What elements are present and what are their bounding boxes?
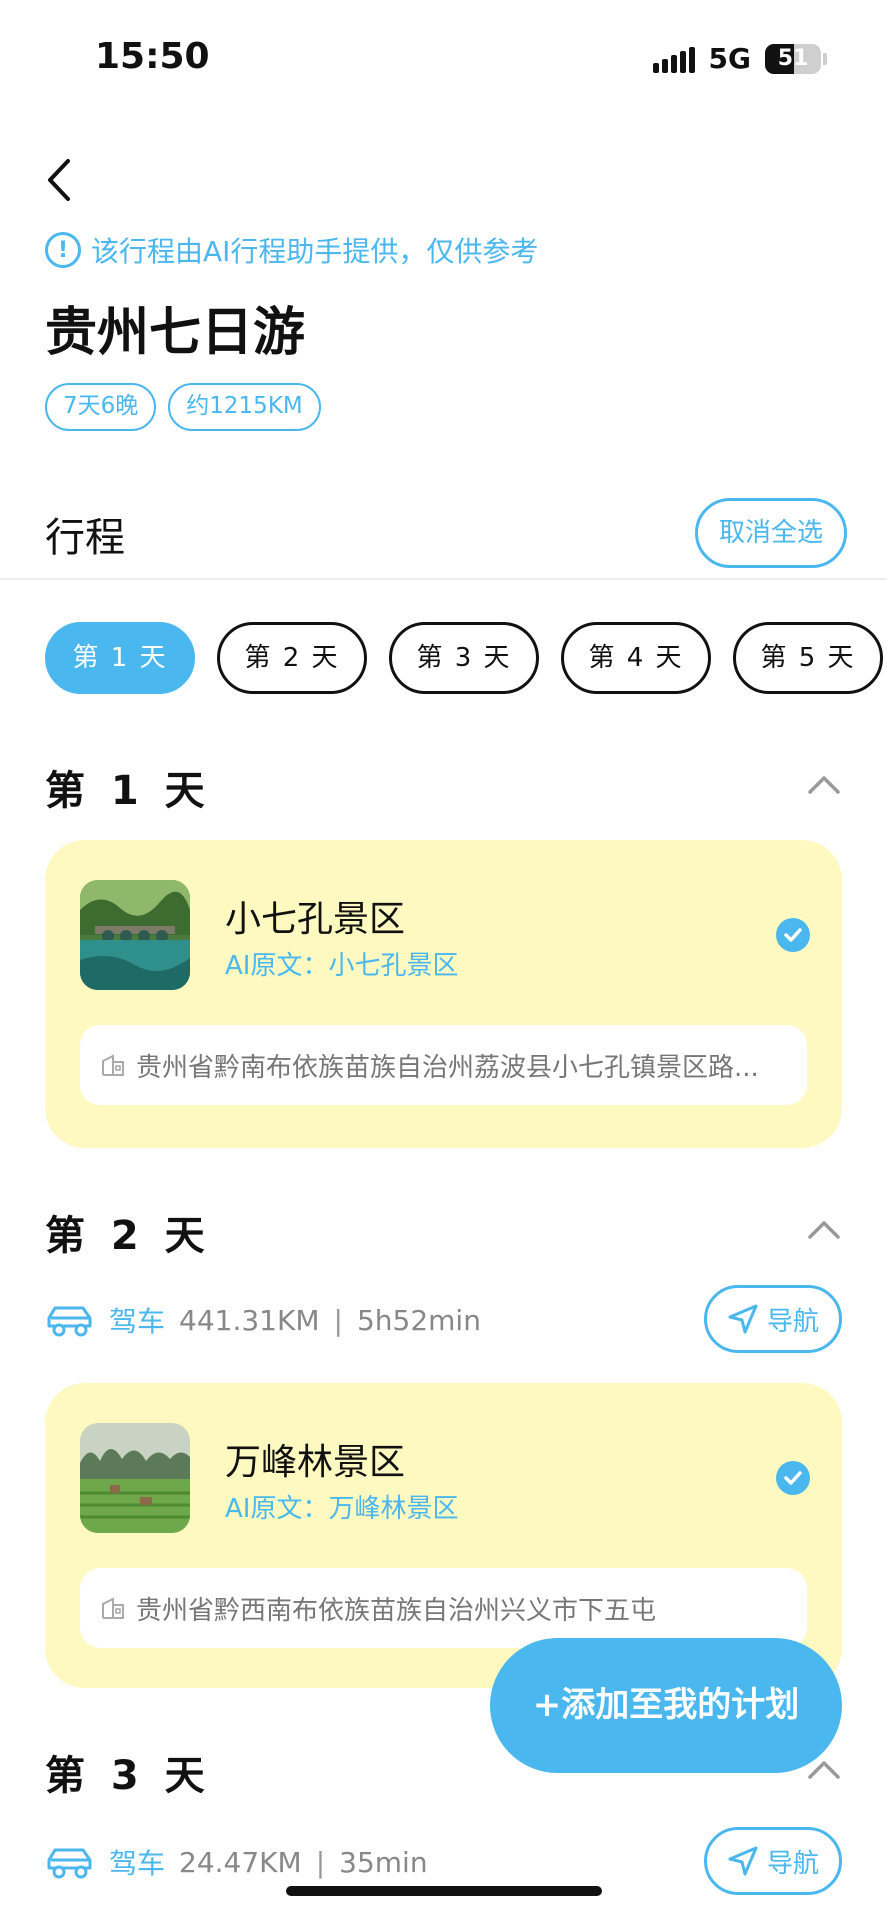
checkbox-checked[interactable] <box>776 1461 810 1495</box>
check-icon <box>784 1471 802 1485</box>
drive-duration: 5h52min <box>356 1303 481 1337</box>
drive-separator: | <box>315 1845 326 1879</box>
day-heading: 第 1 天 <box>45 768 211 814</box>
spot-address: 贵州省黔南布依族苗族自治州荔波县小七孔镇景区路... <box>80 1025 807 1105</box>
spot-ai-origin: AI原文：万峰林景区 <box>225 1494 459 1524</box>
page-title: 贵州七日游 <box>45 303 306 363</box>
status-indicators: 5G 51 <box>652 42 827 75</box>
signal-icon <box>652 45 695 73</box>
drive-duration: 35min <box>339 1845 428 1879</box>
navigation-arrow-icon <box>728 1304 758 1334</box>
checkbox-checked[interactable] <box>776 918 810 952</box>
spot-card[interactable]: 小七孔景区 AI原文：小七孔景区 贵州省黔南布依族苗族自治州荔波县小七孔镇景区路… <box>45 840 842 1148</box>
battery-tip <box>823 52 827 65</box>
address-text: 贵州省黔西南布依族苗族自治州兴义市下五屯 <box>136 1595 657 1626</box>
building-icon <box>102 1054 124 1076</box>
back-button[interactable] <box>40 155 80 205</box>
navigate-button[interactable]: 导航 <box>704 1827 842 1895</box>
spot-thumbnail <box>80 1423 190 1533</box>
trip-tags: 7天6晚 约1215KM <box>45 383 321 431</box>
drive-separator: | <box>333 1303 343 1337</box>
drive-info: 驾车 441.31KM | 5h52min <box>45 1300 481 1340</box>
car-icon <box>47 1848 92 1879</box>
chevron-left-icon <box>48 159 70 201</box>
day-heading: 第 3 天 <box>45 1753 211 1799</box>
battery-percent: 51 <box>777 45 809 71</box>
chevron-up-icon[interactable] <box>806 772 842 796</box>
building-icon <box>102 1597 124 1619</box>
navigate-label: 导航 <box>766 1848 819 1879</box>
navigate-label: 导航 <box>766 1306 819 1337</box>
day-heading: 第 2 天 <box>45 1213 211 1259</box>
status-bar: 15:50 5G 51 <box>0 0 887 120</box>
battery-icon: 51 <box>765 43 821 74</box>
car-icon <box>47 1306 92 1337</box>
tab-day-1[interactable]: 第 1 天 <box>45 622 195 694</box>
drive-label: 驾车 <box>109 1847 166 1880</box>
deselect-all-button[interactable]: 取消全选 <box>695 498 847 568</box>
tab-day-4[interactable]: 第 4 天 <box>561 622 711 694</box>
distance-tag: 约1215KM <box>168 383 321 431</box>
tab-day-3[interactable]: 第 3 天 <box>389 622 539 694</box>
spot-thumbnail <box>80 880 190 990</box>
spot-name: 小七孔景区 <box>225 899 406 940</box>
home-indicator[interactable] <box>286 1886 602 1896</box>
drive-distance: 24.47KM <box>179 1845 302 1879</box>
add-to-plan-button[interactable]: +添加至我的计划 <box>490 1638 842 1773</box>
drive-label: 驾车 <box>109 1305 166 1338</box>
notice-text: 该行程由AI行程助手提供，仅供参考 <box>91 235 539 268</box>
spot-address: 贵州省黔西南布依族苗族自治州兴义市下五屯 <box>80 1568 807 1648</box>
spot-ai-origin: AI原文：小七孔景区 <box>225 951 459 981</box>
drive-info: 驾车 24.47KM | 35min <box>45 1842 428 1882</box>
divider <box>0 578 887 580</box>
duration-tag: 7天6晚 <box>45 383 157 431</box>
navigate-button[interactable]: 导航 <box>704 1285 842 1353</box>
tab-day-5[interactable]: 第 5 天 <box>733 622 883 694</box>
ai-notice: ! 该行程由AI行程助手提供，仅供参考 <box>45 230 538 270</box>
chevron-up-icon[interactable] <box>806 1217 842 1241</box>
address-text: 贵州省黔南布依族苗族自治州荔波县小七孔镇景区路... <box>136 1052 759 1083</box>
spot-name: 万峰林景区 <box>225 1442 406 1483</box>
check-icon <box>784 928 802 942</box>
day-tabs: 第 1 天 第 2 天 第 3 天 第 4 天 第 5 天 <box>45 622 883 694</box>
section-title: 行程 <box>45 515 125 561</box>
drive-distance: 441.31KM <box>179 1303 320 1337</box>
navigation-arrow-icon <box>728 1846 758 1876</box>
info-icon: ! <box>45 232 81 268</box>
network-type: 5G <box>708 42 751 75</box>
tab-day-2[interactable]: 第 2 天 <box>217 622 367 694</box>
status-time: 15:50 <box>95 36 210 77</box>
